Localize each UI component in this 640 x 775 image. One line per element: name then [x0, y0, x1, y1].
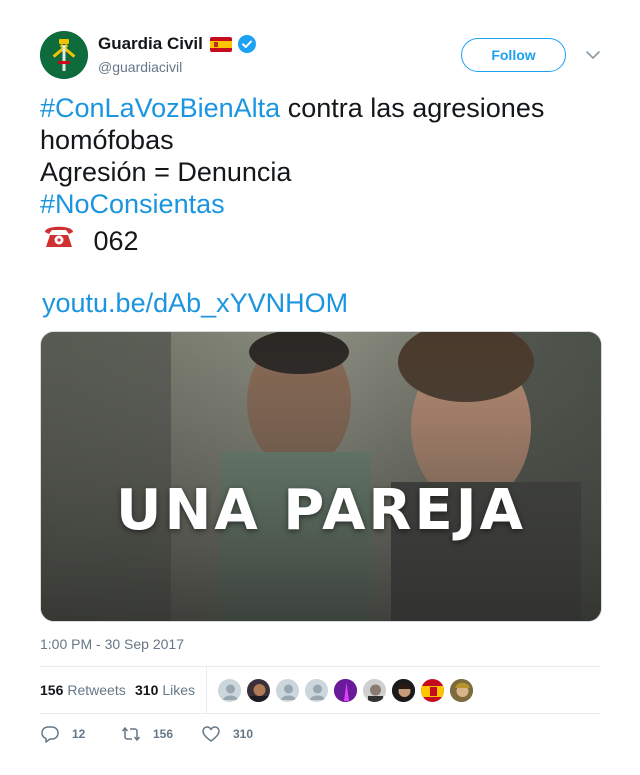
like-button[interactable]: 310	[201, 724, 253, 744]
avatar[interactable]	[449, 678, 474, 703]
author-handle[interactable]: @guardiacivil	[98, 59, 256, 75]
likes-count: 310	[135, 682, 159, 698]
video-caption: UNA PAREJA	[116, 478, 526, 543]
tweet-text: #ConLaVozBienAlta contra las agresiones …	[40, 92, 600, 257]
tweet-line-2: homófobas	[40, 125, 174, 155]
avatar[interactable]	[217, 678, 242, 703]
tweet-text-segment: contra las agresiones	[280, 93, 545, 123]
tweet-stats: 156 Retweets 310 Likes	[40, 666, 600, 714]
avatar[interactable]	[420, 678, 445, 703]
retweet-count: 156	[153, 727, 174, 741]
retweets-stat[interactable]: 156 Retweets	[40, 682, 126, 698]
avatar[interactable]	[40, 31, 88, 79]
avatar[interactable]	[246, 678, 271, 703]
user-photo-icon	[450, 679, 473, 702]
user-photo-icon	[250, 684, 269, 702]
tweet-actions: 12 156 310	[40, 724, 600, 748]
guardia-civil-emblem-icon	[40, 31, 88, 79]
reply-button[interactable]: 12	[40, 724, 85, 744]
retweets-count: 156	[40, 682, 64, 698]
reply-count: 12	[72, 727, 86, 741]
like-count: 310	[233, 727, 254, 741]
heart-icon	[202, 726, 220, 742]
tweet-timestamp[interactable]: 1:00 PM - 30 Sep 2017	[40, 636, 184, 652]
telephone-emoji	[45, 226, 73, 247]
avatar[interactable]	[391, 678, 416, 703]
likes-stat[interactable]: 310 Likes	[135, 682, 195, 698]
stats-divider	[206, 667, 207, 713]
default-avatar-icon	[223, 684, 238, 700]
tweet-header: Guardia Civil @guardiacivil Follow	[40, 31, 600, 83]
avatar[interactable]	[304, 678, 329, 703]
user-photo-icon	[363, 679, 386, 702]
retweets-label: Retweets	[67, 682, 126, 698]
reply-icon	[41, 726, 59, 743]
author-display-name[interactable]: Guardia Civil	[98, 34, 203, 54]
avatar[interactable]	[275, 678, 300, 703]
hashtag-link[interactable]: #NoConsientas	[40, 188, 600, 220]
tweet-line-3: Agresión = Denuncia	[40, 157, 292, 187]
default-avatar-icon	[310, 684, 325, 700]
video-thumbnail[interactable]: UNA PAREJA	[40, 331, 602, 622]
phone-number: 062	[93, 226, 139, 256]
avatar[interactable]	[333, 678, 358, 703]
youtube-link[interactable]: youtu.be/dAb_xYVNHOM	[42, 288, 348, 319]
spain-flag-icon	[209, 36, 232, 52]
chevron-down-icon[interactable]	[585, 48, 601, 62]
video-still-image	[41, 332, 601, 621]
likes-label: Likes	[162, 682, 196, 698]
retweet-button[interactable]: 156	[121, 724, 173, 744]
tweet-line-1: #ConLaVozBienAlta contra las agresiones	[40, 92, 600, 124]
avatar[interactable]	[362, 678, 387, 703]
verified-badge-icon	[237, 35, 256, 53]
tweet-phone-line: 062	[40, 222, 600, 257]
user-photo-icon	[334, 679, 357, 702]
hashtag-link[interactable]: #ConLaVozBienAlta	[40, 93, 280, 123]
spain-coat-of-arms-icon	[421, 679, 444, 702]
follow-button[interactable]: Follow	[461, 38, 566, 72]
retweet-icon	[121, 726, 141, 742]
default-avatar-icon	[281, 684, 296, 700]
user-photo-icon	[392, 679, 415, 702]
